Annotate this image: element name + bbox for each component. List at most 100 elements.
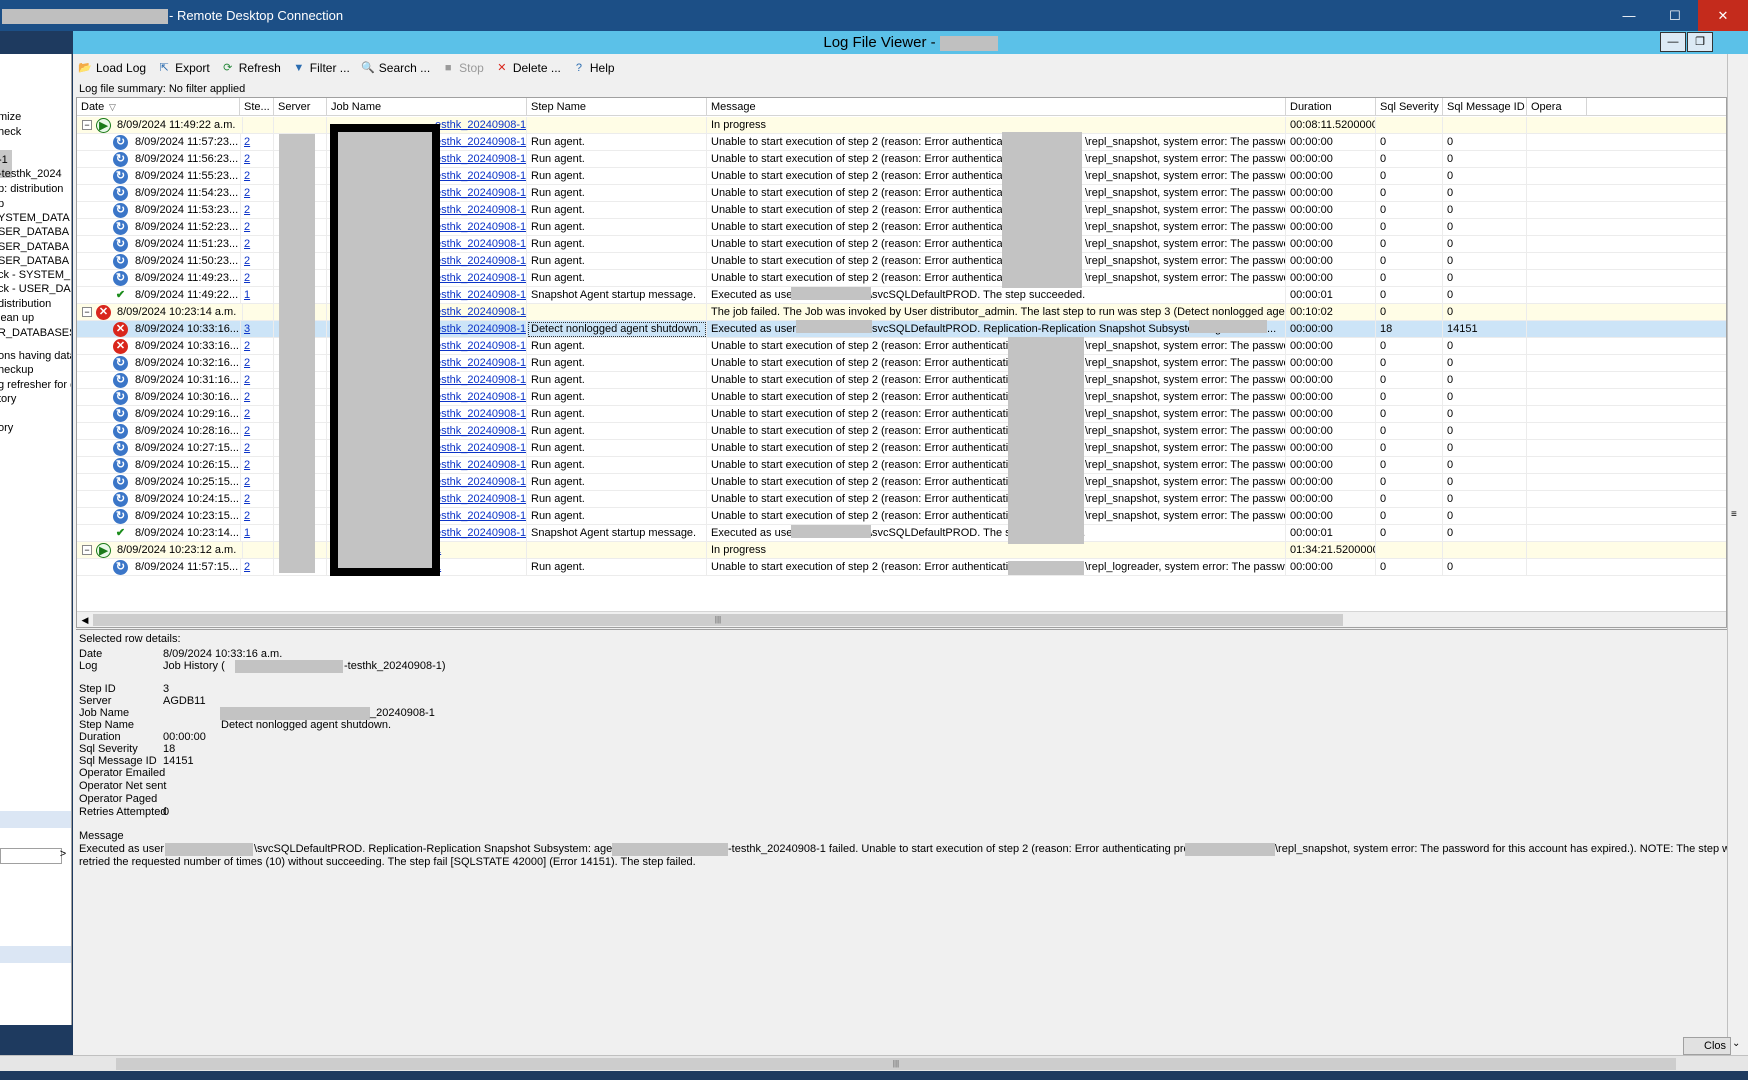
table-row[interactable]: ↻ 8/09/2024 11:57:23... 2 esthk_20240908-1 R… xyxy=(77,134,1726,151)
step-link[interactable]: 2 xyxy=(244,170,250,182)
table-row[interactable]: ✕ 8/09/2024 10:33:16... 3 esthk_20240908-1 D… xyxy=(77,321,1726,338)
column-header[interactable]: Server xyxy=(274,98,327,116)
collapse-icon[interactable]: − xyxy=(82,307,92,317)
tree-item[interactable]: tory xyxy=(0,393,16,405)
table-row[interactable]: ↻ 8/09/2024 11:54:23... 2 esthk_20240908-1 R… xyxy=(77,185,1726,202)
search-button[interactable]: 🔍 Search ... xyxy=(360,61,430,75)
close-button[interactable]: ✕ xyxy=(1698,0,1748,31)
tree-item[interactable]: SER_DATABA xyxy=(0,241,69,253)
tree-item[interactable]: ck - USER_DA xyxy=(0,283,71,295)
job-link[interactable]: esthk_20240908-1 xyxy=(435,457,526,474)
step-link[interactable]: 2 xyxy=(244,425,250,437)
job-link[interactable]: esthk_20240908-1 xyxy=(435,270,526,287)
column-header[interactable]: Sql Severity xyxy=(1376,98,1443,116)
job-link[interactable]: esthk_20240908-1 xyxy=(435,321,526,338)
step-link[interactable]: 2 xyxy=(244,255,250,267)
job-link[interactable]: esthk_20240908-1 xyxy=(435,406,526,423)
step-link[interactable]: 2 xyxy=(244,153,250,165)
table-row[interactable]: ↻ 8/09/2024 11:50:23... 2 esthk_20240908-1 R… xyxy=(77,253,1726,270)
job-link[interactable]: esthk_20240908-1 xyxy=(435,253,526,270)
job-link[interactable]: esthk_20240908-1 xyxy=(435,440,526,457)
table-row[interactable]: ↻ 8/09/2024 10:32:16... 2 esthk_20240908-1 R… xyxy=(77,355,1726,372)
step-link[interactable]: 2 xyxy=(244,221,250,233)
job-link[interactable]: esthk_20240908-1 xyxy=(435,372,526,389)
column-header[interactable]: Opera xyxy=(1527,98,1587,116)
column-header[interactable]: Step Name xyxy=(527,98,707,116)
table-row[interactable]: ↻ 8/09/2024 11:49:23... 2 esthk_20240908-1 R… xyxy=(77,270,1726,287)
refresh-button[interactable]: ⟳ Refresh xyxy=(220,61,281,75)
delete-button[interactable]: ✕ Delete ... xyxy=(494,61,561,75)
table-row[interactable]: ✔ 8/09/2024 11:49:22... 1 esthk_20240908-1 S… xyxy=(77,287,1726,304)
column-header[interactable]: Message xyxy=(707,98,1286,116)
minimize-button[interactable]: — xyxy=(1606,0,1652,31)
grid-horizontal-scrollbar[interactable]: ◀ ||| xyxy=(77,611,1726,627)
table-row[interactable]: ↻ 8/09/2024 10:24:15... 2 esthk_20240908-1 R… xyxy=(77,491,1726,508)
chevron-right-icon[interactable]: > xyxy=(56,848,70,864)
table-row[interactable]: ↻ 8/09/2024 11:53:23... 2 esthk_20240908-1 R… xyxy=(77,202,1726,219)
loadlog-button[interactable]: 📂 Load Log xyxy=(77,61,146,75)
filter-button[interactable]: ▼ Filter ... xyxy=(291,61,349,75)
step-link[interactable]: 2 xyxy=(244,459,250,471)
tree-item[interactable]: heck xyxy=(0,126,21,138)
table-row[interactable]: ✔ 8/09/2024 10:23:14... 1 esthk_20240908-1 S… xyxy=(77,525,1726,542)
step-link[interactable]: 3 xyxy=(244,323,250,335)
job-link[interactable]: esthk_20240908-1 xyxy=(435,151,526,168)
tree-item[interactable]: SER_DATABA xyxy=(0,226,69,238)
tree-item[interactable]: mize xyxy=(0,111,21,123)
table-row[interactable]: ↻ 8/09/2024 11:52:23... 2 esthk_20240908-1 R… xyxy=(77,219,1726,236)
column-header[interactable]: Duration xyxy=(1286,98,1376,116)
step-link[interactable]: 2 xyxy=(244,391,250,403)
column-header[interactable]: Ste... xyxy=(240,98,274,116)
table-row[interactable]: ↻ 8/09/2024 11:51:23... 2 esthk_20240908-1 R… xyxy=(77,236,1726,253)
minimize-icon[interactable]: — xyxy=(1660,32,1686,52)
tree-item[interactable]: R_DATABASES xyxy=(0,327,71,339)
job-link[interactable]: esthk_20240908-1 xyxy=(435,338,526,355)
stop-button[interactable]: ■ Stop xyxy=(440,61,484,75)
help-button[interactable]: ? Help xyxy=(571,61,615,75)
collapse-icon[interactable]: − xyxy=(82,120,92,130)
tree-item[interactable]: -1 xyxy=(0,154,8,166)
table-row[interactable]: ✕ 8/09/2024 10:33:16... 2 esthk_20240908-1 R… xyxy=(77,338,1726,355)
job-link[interactable]: esthk_20240908-1 xyxy=(435,185,526,202)
job-run-row[interactable]: −▶8/09/2024 10:23:12 a.m.1In progress01:… xyxy=(77,542,1726,559)
step-link[interactable]: 1 xyxy=(244,527,250,539)
step-link[interactable]: 2 xyxy=(244,476,250,488)
tree-item[interactable]: YSTEM_DATA xyxy=(0,212,70,224)
restore-icon[interactable]: ❐ xyxy=(1687,32,1713,52)
table-row[interactable]: ↻ 8/09/2024 10:30:16... 2 esthk_20240908-1 R… xyxy=(77,389,1726,406)
scroll-thumb[interactable]: ||| xyxy=(93,614,1343,626)
vertical-scrollbar[interactable]: ≡ ⌄ xyxy=(1727,54,1748,1054)
step-link[interactable]: 2 xyxy=(244,238,250,250)
step-link[interactable]: 2 xyxy=(244,510,250,522)
job-link[interactable]: esthk_20240908-1 xyxy=(435,389,526,406)
tree-item[interactable]: g refresher for d xyxy=(0,379,71,391)
tree-item[interactable]: SER_DATABA xyxy=(0,255,69,267)
log-grid[interactable]: Date Ste... Server Job Name Step Name Message… xyxy=(76,97,1727,628)
step-link[interactable]: 2 xyxy=(244,408,250,420)
export-button[interactable]: ⇱ Export xyxy=(156,61,209,75)
step-link[interactable]: 2 xyxy=(244,136,250,148)
step-link[interactable]: 2 xyxy=(244,204,250,216)
tree-item[interactable]: ory xyxy=(0,422,13,434)
scroll-left-icon[interactable]: ◀ xyxy=(77,612,93,627)
job-link[interactable]: esthk_20240908-1 xyxy=(435,508,526,525)
job-link[interactable]: esthk_20240908-1 xyxy=(435,287,526,304)
tree-item[interactable]: p xyxy=(0,198,4,210)
collapse-icon[interactable]: − xyxy=(82,545,92,555)
step-link[interactable]: 2 xyxy=(244,272,250,284)
bottom-horizontal-scrollbar[interactable]: ||| xyxy=(0,1055,1748,1071)
tree-item[interactable]: lean up xyxy=(0,312,34,324)
job-link[interactable]: esthk_20240908-1 xyxy=(435,236,526,253)
step-link[interactable]: 2 xyxy=(244,357,250,369)
step-link[interactable]: 2 xyxy=(244,493,250,505)
job-link[interactable]: esthk_20240908-1 xyxy=(435,202,526,219)
close-window-button[interactable]: Clos xyxy=(1683,1037,1731,1055)
table-row[interactable]: ↻ 8/09/2024 10:28:16... 2 esthk_20240908-1 R… xyxy=(77,423,1726,440)
step-link[interactable]: 1 xyxy=(244,289,250,301)
step-link[interactable]: 2 xyxy=(244,442,250,454)
job-link[interactable]: esthk_20240908-1 xyxy=(435,134,526,151)
table-row[interactable]: ↻8/09/2024 11:57:15...21Run agent.Unable… xyxy=(77,559,1726,576)
column-header[interactable]: Date xyxy=(77,98,240,116)
scroll-down-icon[interactable]: ⌄ xyxy=(1732,1038,1740,1049)
tree-filter-input[interactable] xyxy=(0,848,62,864)
